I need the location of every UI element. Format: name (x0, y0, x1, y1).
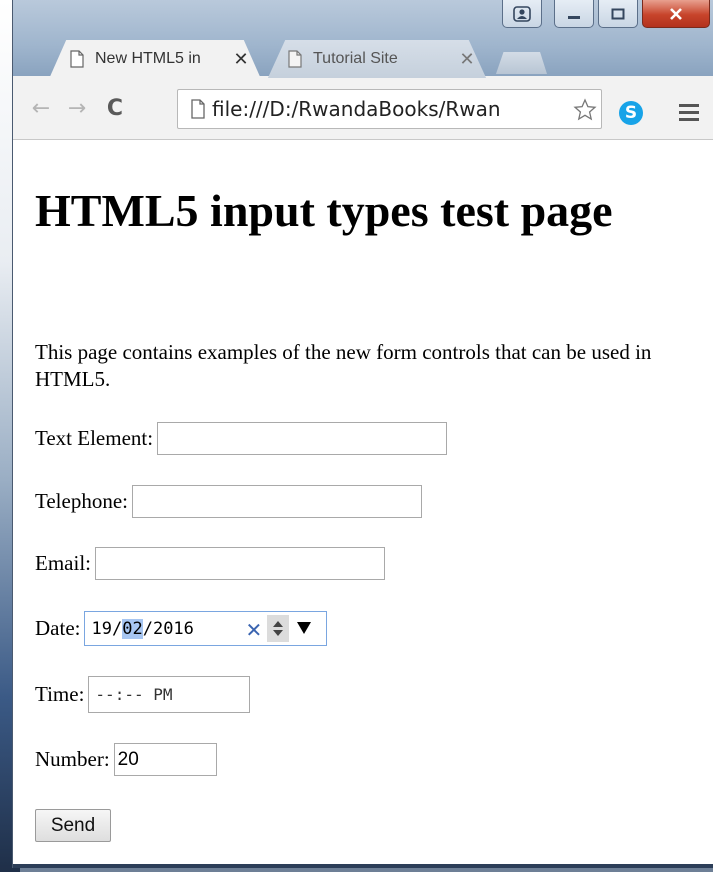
time-row: Time: --:-- PM (35, 676, 251, 713)
date-day[interactable]: 19 (91, 619, 111, 639)
send-button[interactable]: Send (35, 809, 111, 842)
menu-icon[interactable] (679, 104, 699, 122)
browser-toolbar: ← → C file:///D:/RwandaBooks/Rwan S (13, 76, 713, 140)
number-row: Number: 20 (35, 743, 217, 776)
date-input[interactable]: 19/02/2016 ✕ (84, 611, 328, 646)
bookmark-star-icon[interactable] (573, 98, 597, 122)
email-label: Email: (35, 551, 91, 575)
number-input[interactable]: 20 (113, 743, 217, 776)
time-input[interactable]: --:-- PM (88, 676, 251, 713)
text-element-row: Text Element: (35, 422, 448, 455)
intro-text: This page contains examples of the new f… (35, 340, 652, 391)
date-month[interactable]: 02 (122, 618, 143, 639)
telephone-label: Telephone: (35, 489, 128, 513)
text-element-label: Text Element: (35, 426, 154, 450)
tab-tutorial-site[interactable]: Tutorial Site ✕ (253, 40, 501, 78)
time-value: --:-- PM (95, 685, 173, 704)
close-icon (670, 7, 682, 20)
user-button[interactable] (502, 0, 542, 28)
page-icon (191, 99, 205, 119)
close-window-button[interactable] (642, 0, 710, 28)
page-icon (288, 50, 302, 68)
clear-date-icon[interactable]: ✕ (245, 618, 262, 642)
tab-close-icon[interactable]: ✕ (457, 49, 477, 70)
time-label: Time: (35, 682, 85, 706)
text-element-input[interactable] (157, 422, 448, 455)
minimize-icon (568, 15, 580, 19)
minimize-button[interactable] (554, 0, 594, 28)
forward-arrow-icon[interactable]: → (63, 94, 91, 122)
tab-label: Tutorial Site (313, 50, 398, 67)
user-icon (513, 5, 531, 22)
tab-html5-test[interactable]: New HTML5 in ✕ (35, 40, 275, 78)
title-bar: New HTML5 in ✕ Tutorial Site ✕ (13, 0, 713, 78)
browser-window: New HTML5 in ✕ Tutorial Site ✕ ← → C fil… (12, 0, 713, 868)
date-spinner[interactable] (267, 615, 290, 642)
date-row: Date: 19/02/2016 ✕ (35, 611, 328, 646)
telephone-row: Telephone: (35, 485, 422, 518)
date-label: Date: (35, 616, 81, 640)
skype-extension-icon[interactable]: S (619, 101, 643, 125)
email-input[interactable] (95, 547, 385, 580)
date-year[interactable]: 2016 (153, 619, 194, 639)
reload-icon[interactable]: C (101, 94, 129, 122)
tab-close-icon[interactable]: ✕ (231, 49, 251, 70)
window-bottom-edge (13, 864, 713, 868)
number-value: 20 (117, 748, 139, 770)
number-label: Number: (35, 747, 110, 771)
calendar-dropdown-icon[interactable] (297, 622, 312, 634)
maximize-button[interactable] (598, 0, 638, 28)
window-controls (502, 0, 710, 30)
telephone-input[interactable] (132, 485, 422, 518)
page-icon (70, 50, 84, 68)
tab-label: New HTML5 in (95, 50, 201, 67)
maximize-icon (611, 8, 625, 19)
page-title: HTML5 input types test page (35, 185, 613, 236)
page-content: HTML5 input types test page This page co… (13, 141, 713, 868)
address-bar[interactable]: file:///D:/RwandaBooks/Rwan (177, 89, 602, 129)
email-row: Email: (35, 547, 385, 580)
address-text: file:///D:/RwandaBooks/Rwan (212, 97, 501, 121)
back-arrow-icon[interactable]: ← (27, 94, 55, 122)
